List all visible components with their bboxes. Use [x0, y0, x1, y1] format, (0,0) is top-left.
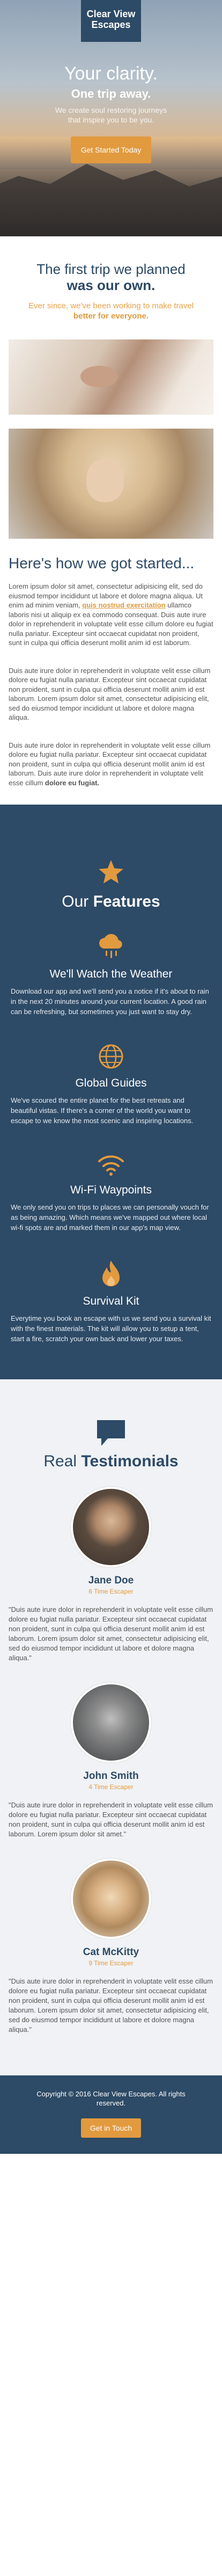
testimonials-heading-normal: Real: [43, 1452, 77, 1470]
holding-hands-photo: [9, 339, 213, 415]
first-trip-section: The first trip we planned was our own. E…: [0, 236, 222, 327]
wifi-icon: [98, 1155, 124, 1176]
features-heading: Our Features: [11, 893, 211, 911]
avatar: [71, 1487, 151, 1567]
testimonial-card: John Smith 4 Time Escaper "Duis aute iru…: [9, 1682, 213, 1839]
fire-icon: [102, 1261, 120, 1286]
brand-line2: Escapes: [91, 19, 131, 30]
feature-wifi: Wi-Fi Waypoints We only send you on trip…: [11, 1153, 211, 1233]
rain-cloud-icon: [99, 934, 122, 958]
star-icon: [99, 860, 123, 884]
testimonial-trip-count: 4 Time Escaper: [88, 1783, 134, 1791]
avatar: [71, 1682, 151, 1763]
feature-survival-kit: Survival Kit Everytime you book an escap…: [11, 1260, 211, 1344]
feature-guides: Global Guides We've scoured the entire p…: [11, 1044, 211, 1126]
testimonial-quote: "Duis aute irure dolor in reprehenderit …: [9, 1801, 213, 1838]
feature-title: Global Guides: [75, 1077, 147, 1089]
testimonials-section: Real Testimonials Jane Doe 6 Time Escape…: [0, 1379, 222, 2075]
first-trip-lead-bold: better for everyone.: [73, 312, 149, 321]
testimonial-trip-count: 6 Time Escaper: [88, 1588, 134, 1595]
brand-logo[interactable]: Clear View Escapes: [81, 0, 141, 42]
testimonials-heading-bold: Testimonials: [81, 1452, 179, 1470]
testimonial-card: Cat McKitty 9 Time Escaper "Duis aute ir…: [9, 1858, 213, 2035]
testimonial-quote: "Duis aute irure dolor in reprehenderit …: [9, 1977, 213, 2034]
feature-title: We'll Watch the Weather: [49, 968, 173, 980]
hero-description: We create soul restoring journeys that i…: [55, 106, 167, 124]
feature-text: We only send you on trips to places we c…: [11, 1203, 209, 1232]
hero-title: Your clarity.: [64, 63, 158, 84]
story-heading: Here's how we got started...: [9, 555, 195, 571]
feature-text: Everytime you book an escape with us we …: [11, 1314, 211, 1343]
feature-title: Survival Kit: [83, 1295, 139, 1307]
story-paragraph-2: Duis aute irure dolor in reprehenderit i…: [9, 666, 211, 722]
footer: Copyright © 2016 Clear View Escapes. All…: [0, 2075, 222, 2154]
copyright-text: Copyright © 2016 Clear View Escapes. All…: [36, 2090, 186, 2107]
first-trip-title-normal: The first trip we planned: [36, 261, 186, 277]
features-heading-normal: Our: [62, 893, 89, 910]
hero-section: Clear View Escapes Your clarity. One tri…: [0, 0, 222, 236]
testimonial-name: Jane Doe: [88, 1575, 134, 1586]
avatar: [71, 1858, 151, 1939]
first-trip-title-bold: was our own.: [66, 277, 156, 293]
first-trip-title: The first trip we planned was our own.: [11, 261, 211, 293]
hero-subtitle: One trip away.: [71, 87, 151, 100]
testimonials-heading: Real Testimonials: [9, 1452, 213, 1471]
story-paragraph-3-start: Duis aute irure dolor in reprehenderit i…: [9, 741, 211, 787]
get-started-button[interactable]: Get Started Today: [71, 136, 151, 163]
story-section: Here's how we got started... Lorem ipsum…: [0, 539, 222, 805]
features-section: Our Features We'll Watch the Weather Dow…: [0, 805, 222, 1379]
globe-icon: [99, 1044, 123, 1069]
speech-bubble-icon: [97, 1420, 125, 1446]
feature-weather: We'll Watch the Weather Download our app…: [11, 932, 211, 1017]
story-inline-link[interactable]: quis nostrud exercitation: [82, 601, 165, 609]
story-paragraph-3-bold: dolore eu fugiat.: [45, 778, 100, 787]
testimonial-quote: "Duis aute irure dolor in reprehenderit …: [9, 1605, 213, 1662]
feature-text: Download our app and we'll send you a no…: [11, 987, 209, 1016]
feature-title: Wi-Fi Waypoints: [70, 1184, 152, 1196]
features-heading-bold: Features: [93, 893, 160, 910]
story-paragraph-1: Lorem ipsum dolor sit amet, consectetur …: [9, 582, 213, 648]
testimonial-name: Cat McKitty: [83, 1947, 139, 1958]
feature-text: We've scoured the entire planet for the …: [11, 1096, 194, 1125]
testimonial-name: John Smith: [83, 1770, 139, 1782]
brand-line1: Clear View: [86, 9, 136, 19]
get-in-touch-button[interactable]: Get in Touch: [81, 2118, 141, 2138]
story-paragraph-3: Duis aute irure dolor in reprehenderit i…: [9, 741, 213, 788]
first-trip-lead: Ever since, we've been working to make t…: [21, 301, 201, 321]
woman-portrait-photo: [9, 429, 213, 539]
first-trip-lead-text: Ever since, we've been working to make t…: [28, 301, 194, 310]
testimonial-card: Jane Doe 6 Time Escaper "Duis aute irure…: [9, 1487, 213, 1663]
testimonial-trip-count: 9 Time Escaper: [88, 1959, 134, 1967]
